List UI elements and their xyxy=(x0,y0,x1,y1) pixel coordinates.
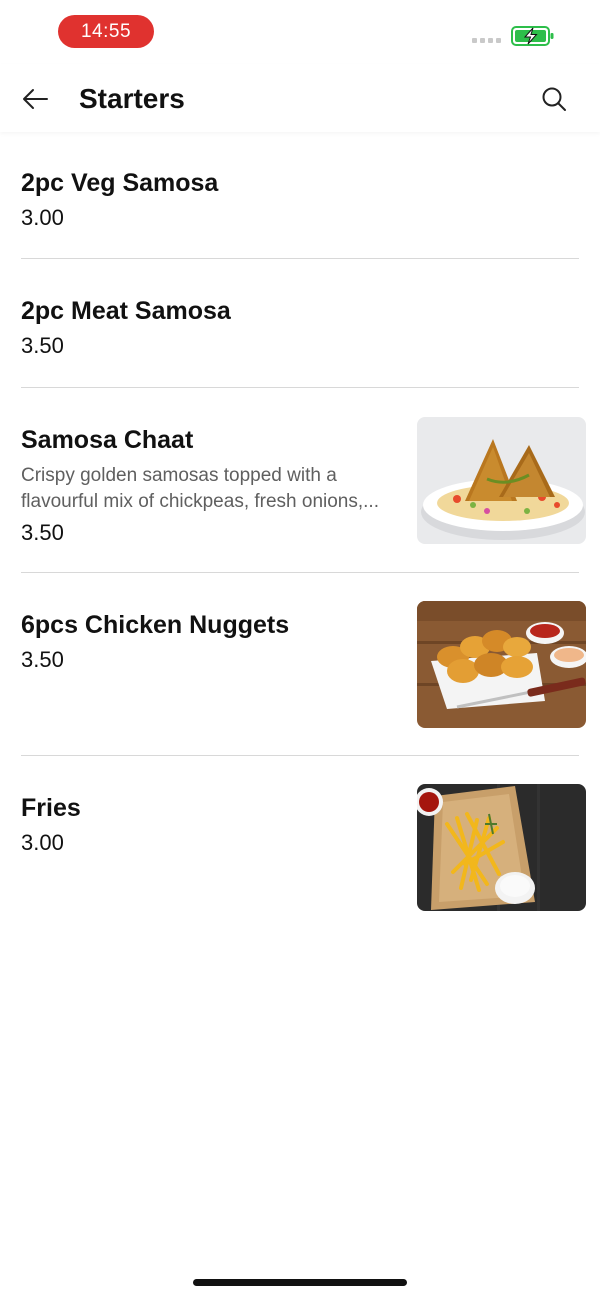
list-item[interactable]: 2pc Meat Samosa 3.50 xyxy=(21,259,579,388)
signal-icon xyxy=(472,38,501,43)
item-description-line: Crispy golden samosas topped with a xyxy=(21,465,337,486)
item-description-line: flavourful mix of chickpeas, fresh onion… xyxy=(21,491,379,512)
list-item[interactable]: 6pcs Chicken Nuggets 3.50 xyxy=(21,573,586,756)
item-description: Crispy golden samosas topped with a flav… xyxy=(21,463,409,515)
samosa-chaat-photo[interactable] xyxy=(417,417,586,544)
item-price: 3.50 xyxy=(21,333,64,358)
item-price: 3.00 xyxy=(21,205,64,230)
list-item[interactable]: Samosa Chaat Crispy golden samosas toppe… xyxy=(21,388,586,573)
list-item[interactable]: 2pc Veg Samosa 3.00 xyxy=(21,132,579,259)
page-title: Starters xyxy=(79,83,185,114)
arrow-left-icon xyxy=(23,89,48,109)
back-button[interactable] xyxy=(18,82,52,116)
item-name: 2pc Meat Samosa xyxy=(21,297,231,325)
menu-list: 2pc Veg Samosa 3.00 2pc Meat Samosa 3.50… xyxy=(0,132,600,926)
status-time: 14:55 xyxy=(58,15,154,48)
battery-charging-icon xyxy=(511,26,554,46)
search-button[interactable] xyxy=(537,82,571,116)
fries-photo[interactable] xyxy=(417,784,586,911)
app-header: Starters xyxy=(0,64,600,132)
item-name: 2pc Veg Samosa xyxy=(21,169,219,197)
home-indicator[interactable] xyxy=(193,1279,407,1286)
status-bar: 14:55 xyxy=(0,0,600,64)
chicken-nuggets-photo[interactable] xyxy=(417,601,586,728)
search-icon xyxy=(542,87,566,111)
list-item[interactable]: Fries 3.00 xyxy=(21,756,586,926)
